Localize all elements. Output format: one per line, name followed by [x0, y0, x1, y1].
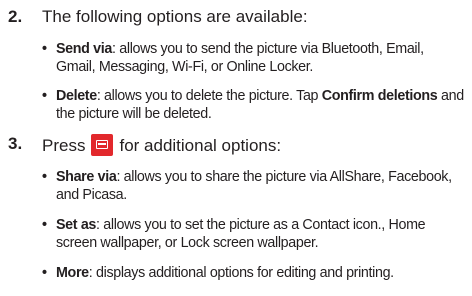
bullet-text: : allows you to delete the picture. Tap: [96, 88, 322, 104]
bullet-line: Share via: allows you to share the pictu…: [56, 168, 466, 186]
bullet-line: the picture will be deleted.: [56, 106, 212, 122]
bullet-body: Send via: allows you to send the picture…: [56, 40, 466, 76]
step-text-before: Press: [42, 136, 86, 155]
bullet-line: Send via: allows you to send the picture…: [56, 40, 466, 58]
step-text: Press for additional options:: [42, 134, 281, 156]
bullet-line: More: displays additional options for ed…: [56, 264, 466, 282]
bullet-text: : displays additional options for editin…: [88, 265, 394, 281]
bullet-body: Set as: allows you to set the picture as…: [56, 216, 466, 252]
bullet-body: Delete: allows you to delete the picture…: [56, 87, 466, 123]
menu-key-icon: [91, 134, 114, 156]
bullet-dot: •: [42, 88, 47, 104]
bullet-text: : allows you to share the picture via Al…: [116, 169, 452, 185]
menu-key-glyph: [96, 140, 109, 149]
bullet-line: Gmail, Messaging, Wi-Fi, or Online Locke…: [56, 59, 314, 75]
bullet-body: Share via: allows you to share the pictu…: [56, 168, 466, 204]
bullet-dot: •: [42, 217, 47, 233]
bullet-text: : allows you to set the picture as a Con…: [96, 217, 426, 233]
bullet-dot: •: [42, 41, 47, 57]
bullet-dot: •: [42, 169, 47, 185]
bullet-line: and Picasa.: [56, 187, 127, 203]
bullet-dot: •: [42, 265, 47, 281]
bullet-line: Delete: allows you to delete the picture…: [56, 87, 466, 105]
bullet-line: screen wallpaper, or Lock screen wallpap…: [56, 235, 319, 251]
step-number: 2.: [8, 7, 23, 26]
bullet-line: Set as: allows you to set the picture as…: [56, 216, 466, 234]
bullet-text: and: [437, 88, 464, 104]
bullet-term: Share via: [56, 169, 117, 185]
manual-page: 2. The following options are available: …: [0, 0, 472, 296]
bullet-term: Delete: [56, 88, 97, 104]
step-text-after: for additional options:: [119, 136, 282, 155]
bullet-strong: Confirm deletions: [321, 88, 438, 104]
bullet-text: : allows you to send the picture via Blu…: [112, 41, 424, 57]
step-number: 3.: [8, 134, 23, 153]
bullet-body: More: displays additional options for ed…: [56, 264, 466, 282]
bullet-term: More: [56, 265, 89, 281]
bullet-term: Set as: [56, 217, 97, 233]
step-text: The following options are available:: [42, 7, 308, 26]
bullet-term: Send via: [56, 41, 113, 57]
